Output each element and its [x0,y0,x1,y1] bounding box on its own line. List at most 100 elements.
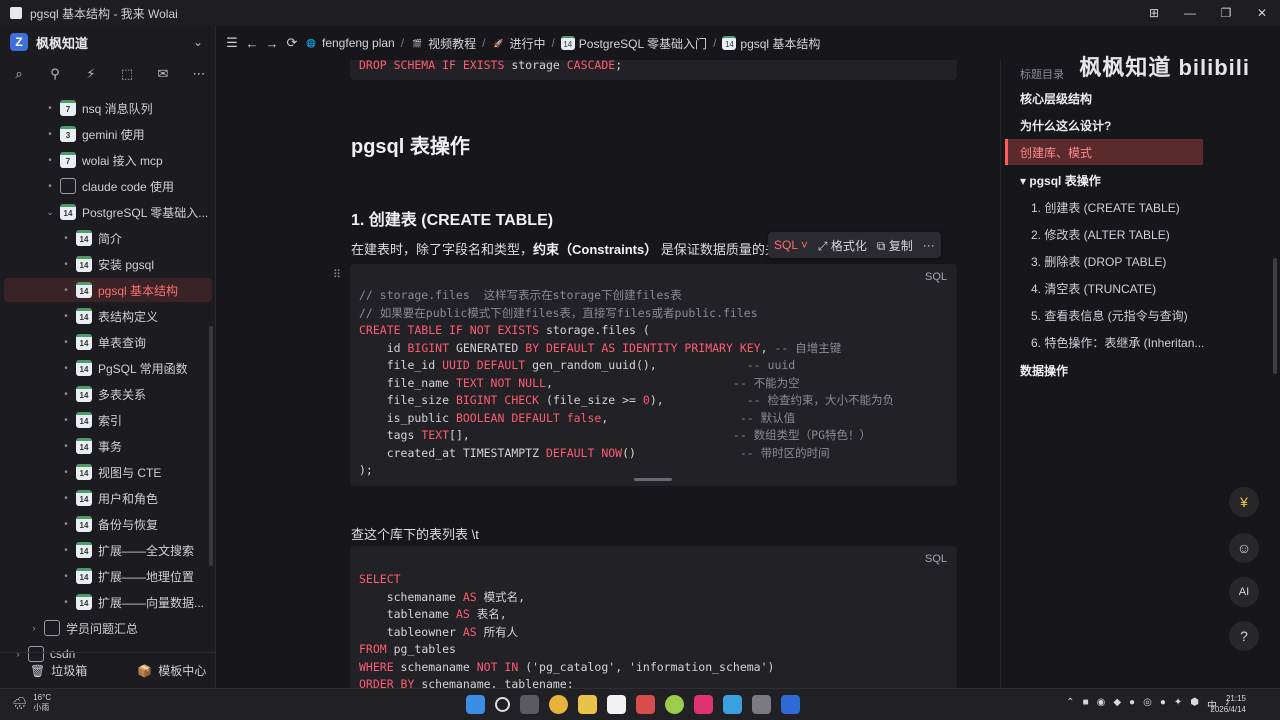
ai-button[interactable]: AI [1229,577,1259,607]
sidebar-item[interactable]: • 14 扩展——向量数据... [60,590,204,614]
chrome-icon[interactable] [549,695,568,714]
more-button[interactable]: ··· [923,238,935,252]
sidebar-scrollbar[interactable] [209,326,213,566]
tray-expand-icon[interactable]: ⌃ [1066,697,1074,712]
close-button[interactable]: ✕ [1244,0,1280,26]
clock[interactable]: 21:15 2026/4/14 [1210,693,1246,715]
tray-app-icon[interactable]: ● [1160,697,1166,712]
language-select[interactable]: SQL ˅ [774,238,808,252]
back-icon[interactable]: ← [242,36,262,51]
avatar-button[interactable]: ☺ [1229,533,1259,563]
toc-item[interactable]: 创建库、模式 [1005,139,1203,165]
calendar-icon[interactable]: ⬚ [118,66,136,82]
sidebar-item[interactable]: • 14 索引 [60,408,122,432]
sidebar-item[interactable]: • 7 nsq 消息队列 [44,96,153,120]
code-block-create-table[interactable]: SQL // storage.files 这样写表示在storage下创建fil… [350,264,957,486]
code-block-list-tables[interactable]: SQL SELECT schemaname AS 模式名, tablename … [350,546,957,688]
template-center-button[interactable]: 📦 模板中心 [137,662,206,679]
app-icon-pink[interactable] [694,695,713,714]
layout-icon[interactable]: ⊞ [1136,0,1172,26]
tray-app-icon[interactable]: ● [1129,697,1135,712]
toc-item[interactable]: 3. 删除表 (DROP TABLE) [1031,253,1166,270]
menu-icon[interactable]: ☰ [222,35,242,51]
sidebar-item[interactable]: • 14 单表查询 [60,330,146,354]
toc-item[interactable]: 1. 创建表 (CREATE TABLE) [1031,199,1180,216]
refresh-icon[interactable]: ⟳ [282,35,302,51]
sidebar-item[interactable]: • 14 视图与 CTE [60,460,161,484]
toc-item[interactable]: ▾ pgsql 表操作 [1020,172,1101,189]
breadcrumb-item[interactable]: 🌐 fengfeng plan [304,36,395,50]
sidebar-item[interactable]: ⌄ 14 PostgreSQL 零基础入... [44,200,208,224]
chevron-down-icon[interactable]: ⌄ [193,35,203,49]
minimize-button[interactable]: — [1172,0,1208,26]
search-icon[interactable]: ⌕ [10,66,28,82]
breadcrumb-item[interactable]: 14 pgsql 基本结构 [722,35,820,52]
more-icon[interactable]: ⋯ [190,66,208,82]
sidebar-item[interactable]: • claude code 使用 [44,174,174,198]
sidebar-item-label: nsq 消息队列 [82,101,153,116]
toc-item[interactable]: 4. 清空表 (TRUNCATE) [1031,280,1156,297]
folder-icon[interactable] [578,695,597,714]
help-button[interactable]: ? [1229,621,1259,651]
maximize-button[interactable]: ❐ [1208,0,1244,26]
sidebar-item[interactable]: • 14 扩展——地理位置 [60,564,194,588]
sidebar-item[interactable]: • 14 用户和角色 [60,486,158,510]
sidebar-item[interactable]: • 3 gemini 使用 [44,122,145,146]
tray-app-icon[interactable]: ⬢ [1190,697,1199,712]
toc-item[interactable]: 核心层级结构 [1020,90,1092,107]
forward-icon[interactable]: → [262,36,282,51]
sidebar-item[interactable]: • 14 多表关系 [60,382,146,406]
breadcrumb-item[interactable]: 🚀 进行中 [491,35,545,52]
page-scrollbar[interactable] [1273,258,1277,374]
app-icon-green[interactable] [665,695,684,714]
code-scrollbar[interactable] [634,478,672,481]
code-block-drop-schema[interactable]: DROP SCHEMA IF EXISTS storage CASCADE; [350,60,957,80]
sidebar-item[interactable]: • 14 扩展——全文搜索 [60,538,194,562]
breadcrumb-item[interactable]: 🎬 视频教程 [410,35,476,52]
inbox-icon[interactable]: ✉ [154,66,172,82]
tray-app-icon[interactable]: ■ [1083,697,1089,712]
sidebar-item[interactable]: • 14 PgSQL 常用函数 [60,356,188,380]
app-icon-red[interactable] [636,695,655,714]
sidebar-item[interactable]: • 14 表结构定义 [60,304,158,328]
weather-widget[interactable]: 🌧 16°C 小雨 [12,693,51,713]
sidebar-item[interactable]: • 14 安装 pgsql [60,252,154,276]
copy-button[interactable]: ⧉ 复制 [877,237,913,254]
trash-button[interactable]: 🗑 垃圾箱 [30,662,87,679]
sidebar-item[interactable]: • 7 wolai 接入 mcp [44,148,163,172]
start-icon[interactable] [466,695,485,714]
page-icon: 14 [76,334,92,350]
drag-handle-icon[interactable]: ⠿ [333,268,341,281]
sidebar-item[interactable]: • 14 简介 [60,226,122,250]
tray-app-icon[interactable]: ◉ [1097,697,1106,712]
toc-item[interactable]: 数据操作 [1020,362,1068,379]
breadcrumb-item[interactable]: 14 PostgreSQL 零基础入门 [560,35,707,52]
toc-item[interactable]: 6. 特色操作：表继承 (Inheritan... [1031,334,1204,351]
template-label: 模板中心 [158,664,207,678]
app-icon-go[interactable] [781,695,800,714]
workspace-switcher[interactable]: Z 枫枫知道 ⌄ [0,26,215,58]
graph-icon[interactable]: ⚲ [46,66,64,82]
document-area: DROP SCHEMA IF EXISTS storage CASCADE; p… [216,60,1000,688]
sidebar-item-label: 单表查询 [98,335,147,350]
chevron-down-icon[interactable]: ⌄ [44,207,56,218]
bolt-icon[interactable]: ⚡ [82,66,100,82]
app-icon-gray[interactable] [752,695,771,714]
wolai-icon[interactable] [607,695,626,714]
toc-item[interactable]: 为什么这么设计? [1020,117,1111,134]
sidebar-item[interactable]: › 学员问题汇总 [28,616,138,640]
search-icon[interactable] [495,697,510,712]
sidebar-item[interactable]: • 14 备份与恢复 [60,512,158,536]
task-view-icon[interactable] [520,695,539,714]
toc-item[interactable]: 5. 查看表信息 (元指令与查询) [1031,307,1188,324]
sidebar-item[interactable]: • 14 事务 [60,434,122,458]
chevron-right-icon[interactable]: › [28,623,40,633]
reward-button[interactable]: ¥ [1229,487,1259,517]
sidebar-item[interactable]: • 14 pgsql 基本结构 [4,278,212,302]
tray-app-icon[interactable]: ◎ [1143,697,1152,712]
format-button[interactable]: ⤢ 格式化 [818,237,867,254]
toc-item[interactable]: 2. 修改表 (ALTER TABLE) [1031,226,1170,243]
tray-app-icon[interactable]: ✦ [1174,697,1182,712]
tray-app-icon[interactable]: ◆ [1113,697,1121,712]
app-icon-blue[interactable] [723,695,742,714]
